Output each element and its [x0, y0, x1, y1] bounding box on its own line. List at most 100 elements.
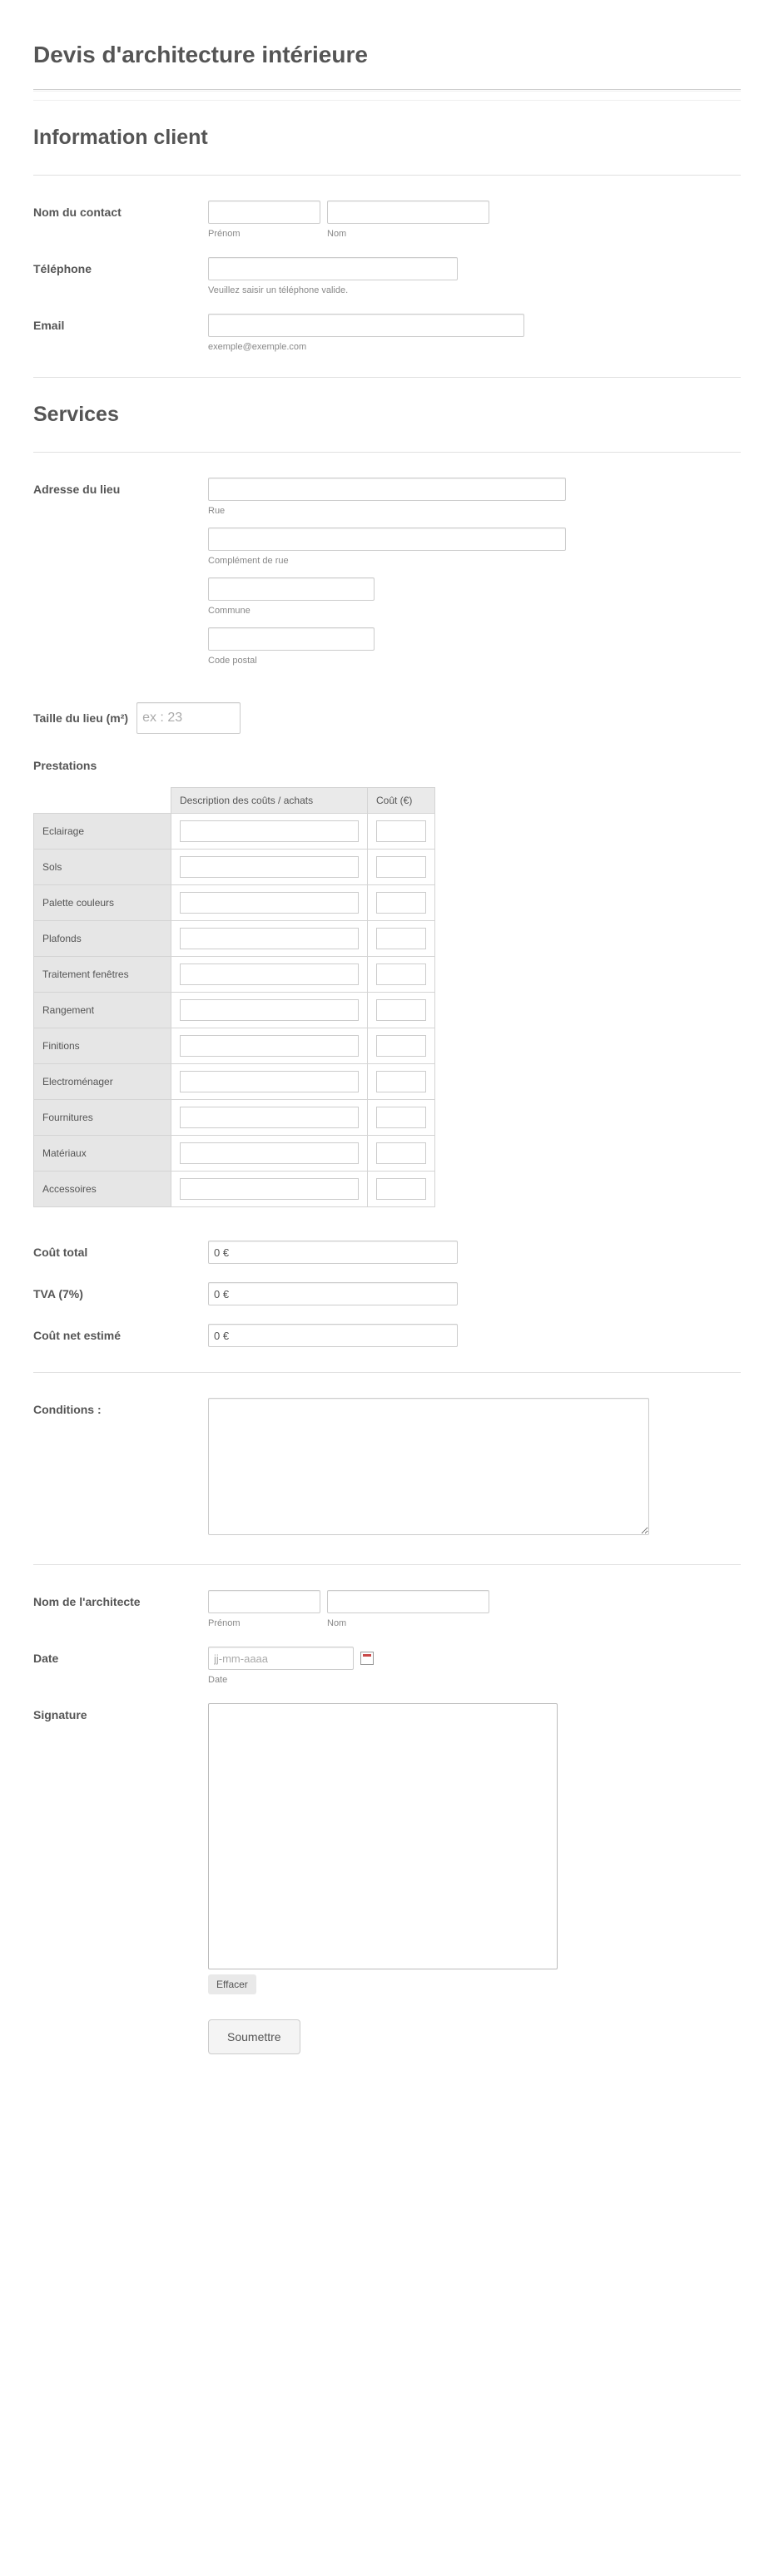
address-street2-input[interactable]	[208, 528, 566, 551]
prest-desc-input[interactable]	[180, 892, 359, 914]
prest-desc-input[interactable]	[180, 1035, 359, 1057]
table-row: Finitions	[34, 1028, 435, 1064]
email-input[interactable]	[208, 314, 524, 337]
prestations-table: Description des coûts / achats Coût (€) …	[33, 787, 435, 1207]
address-postal-input[interactable]	[208, 627, 375, 651]
prest-col-desc: Description des coûts / achats	[171, 788, 368, 814]
table-row: Accessoires	[34, 1172, 435, 1207]
prest-desc-input[interactable]	[180, 928, 359, 949]
size-label: Taille du lieu (m²)	[33, 711, 128, 725]
prest-row-label: Traitement fenêtres	[34, 957, 171, 993]
contact-last-name-input[interactable]	[327, 201, 489, 224]
date-input[interactable]	[208, 1647, 354, 1670]
prest-row-label: Sols	[34, 850, 171, 885]
prest-row-label: Matériaux	[34, 1136, 171, 1172]
divider	[33, 89, 741, 92]
table-row: Eclairage	[34, 814, 435, 850]
contact-last-name-hint: Nom	[327, 229, 489, 239]
email-label: Email	[33, 314, 208, 332]
prest-col-cost: Coût (€)	[368, 788, 435, 814]
architect-name-label: Nom de l'architecte	[33, 1590, 208, 1608]
telephone-hint: Veuillez saisir un téléphone valide.	[208, 285, 741, 295]
prest-cost-input[interactable]	[376, 999, 426, 1021]
submit-button[interactable]: Soumettre	[208, 2019, 300, 2054]
divider	[33, 452, 741, 453]
prest-row-label: Fournitures	[34, 1100, 171, 1136]
total-label: Coût total	[33, 1241, 208, 1259]
prest-row-label: Plafonds	[34, 921, 171, 957]
prest-desc-input[interactable]	[180, 964, 359, 985]
prest-cost-input[interactable]	[376, 1035, 426, 1057]
prest-cost-input[interactable]	[376, 964, 426, 985]
architect-last-name-input[interactable]	[327, 1590, 489, 1613]
prest-desc-input[interactable]	[180, 1178, 359, 1200]
contact-first-name-input[interactable]	[208, 201, 320, 224]
prest-row-label: Accessoires	[34, 1172, 171, 1207]
telephone-input[interactable]	[208, 257, 458, 280]
architect-first-name-input[interactable]	[208, 1590, 320, 1613]
table-row: Electroménager	[34, 1064, 435, 1100]
table-row: Palette couleurs	[34, 885, 435, 921]
conditions-label: Conditions :	[33, 1398, 208, 1416]
prest-cost-input[interactable]	[376, 928, 426, 949]
prest-row-label: Electroménager	[34, 1064, 171, 1100]
tva-input[interactable]	[208, 1282, 458, 1305]
divider	[33, 175, 741, 176]
page-title: Devis d'architecture intérieure	[33, 42, 741, 68]
telephone-label: Téléphone	[33, 257, 208, 275]
tva-label: TVA (7%)	[33, 1282, 208, 1300]
prest-cost-input[interactable]	[376, 856, 426, 878]
prest-row-label: Eclairage	[34, 814, 171, 850]
prest-desc-input[interactable]	[180, 856, 359, 878]
section-services-title: Services	[33, 403, 741, 427]
prest-cost-input[interactable]	[376, 1142, 426, 1164]
prest-cost-input[interactable]	[376, 1178, 426, 1200]
table-row: Sols	[34, 850, 435, 885]
prest-cost-input[interactable]	[376, 892, 426, 914]
prest-desc-input[interactable]	[180, 1107, 359, 1128]
address-label: Adresse du lieu	[33, 478, 208, 496]
prest-cost-input[interactable]	[376, 1071, 426, 1092]
calendar-icon[interactable]	[360, 1652, 374, 1665]
email-hint: exemple@exemple.com	[208, 342, 741, 352]
table-row: Traitement fenêtres	[34, 957, 435, 993]
prest-desc-input[interactable]	[180, 820, 359, 842]
table-row: Fournitures	[34, 1100, 435, 1136]
net-label: Coût net estimé	[33, 1324, 208, 1342]
signature-label: Signature	[33, 1703, 208, 1721]
address-street-hint: Rue	[208, 506, 741, 516]
address-street-input[interactable]	[208, 478, 566, 501]
date-label: Date	[33, 1647, 208, 1665]
address-city-input[interactable]	[208, 577, 375, 601]
prest-row-label: Rangement	[34, 993, 171, 1028]
prest-desc-input[interactable]	[180, 1142, 359, 1164]
prest-desc-input[interactable]	[180, 1071, 359, 1092]
divider	[33, 377, 741, 378]
table-row: Plafonds	[34, 921, 435, 957]
divider	[33, 100, 741, 101]
divider	[33, 1564, 741, 1565]
address-city-hint: Commune	[208, 606, 741, 616]
prestations-header: Prestations	[33, 759, 741, 772]
date-hint: Date	[208, 1675, 741, 1685]
total-input[interactable]	[208, 1241, 458, 1264]
contact-first-name-hint: Prénom	[208, 229, 320, 239]
prest-desc-input[interactable]	[180, 999, 359, 1021]
prest-row-label: Palette couleurs	[34, 885, 171, 921]
address-street2-hint: Complément de rue	[208, 556, 741, 566]
conditions-textarea[interactable]	[208, 1398, 649, 1535]
address-postal-hint: Code postal	[208, 656, 741, 666]
section-client-title: Information client	[33, 126, 741, 150]
prest-cost-input[interactable]	[376, 820, 426, 842]
signature-pad[interactable]	[208, 1703, 558, 1969]
size-input[interactable]	[136, 702, 241, 734]
table-row: Rangement	[34, 993, 435, 1028]
prest-cost-input[interactable]	[376, 1107, 426, 1128]
architect-last-name-hint: Nom	[327, 1618, 489, 1628]
net-input[interactable]	[208, 1324, 458, 1347]
architect-first-name-hint: Prénom	[208, 1618, 320, 1628]
table-row: Matériaux	[34, 1136, 435, 1172]
prest-row-label: Finitions	[34, 1028, 171, 1064]
divider	[33, 1372, 741, 1373]
clear-signature-button[interactable]: Effacer	[208, 1974, 256, 1994]
